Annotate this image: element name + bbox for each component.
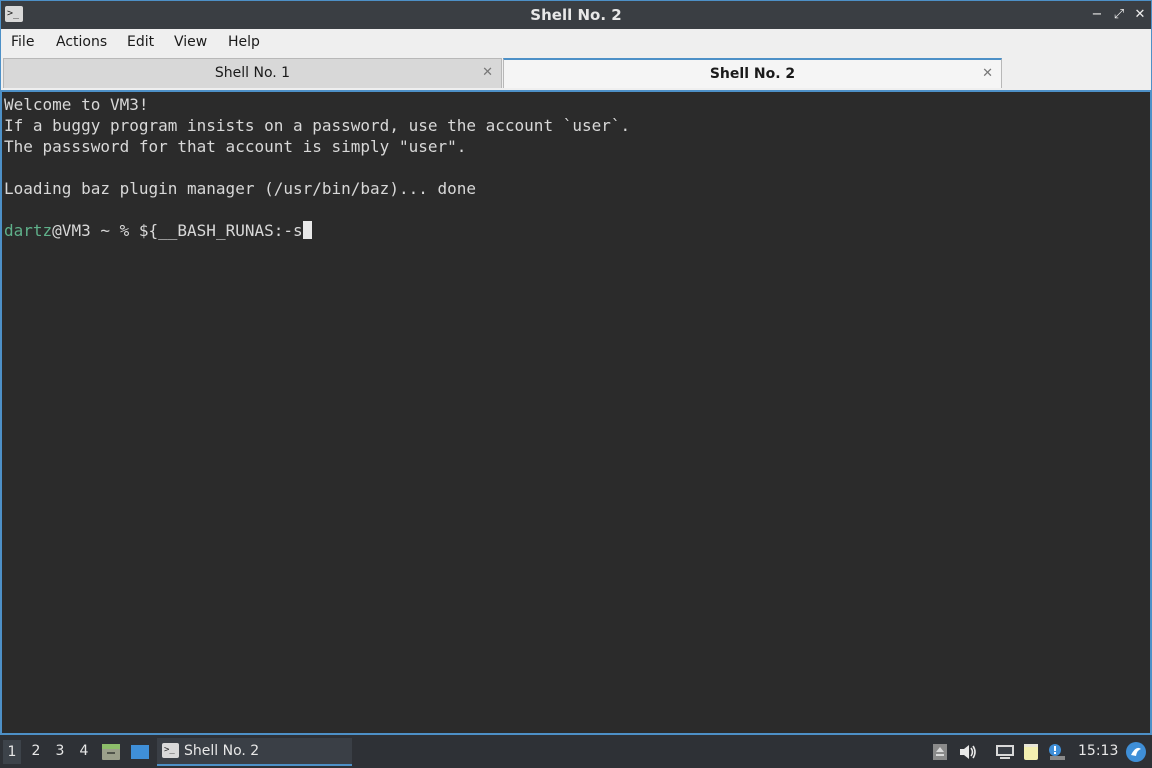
workspace-3[interactable]: 3: [51, 743, 69, 759]
tab-bar: Shell No. 1 ✕ Shell No. 2 ✕: [0, 57, 1152, 90]
prompt-line[interactable]: dartz@VM3 ~ % ${__BASH_RUNAS:-s: [4, 220, 1150, 241]
taskbar-task-shell-2[interactable]: >_ Shell No. 2: [157, 738, 352, 766]
tab-shell-1[interactable]: Shell No. 1 ✕: [3, 58, 502, 88]
window-titlebar: >_ Shell No. 2 − ⤢ ✕: [0, 0, 1152, 29]
minimize-button[interactable]: −: [1087, 5, 1107, 25]
task-label: Shell No. 2: [184, 743, 260, 759]
network-icon[interactable]: [995, 743, 1015, 761]
close-button[interactable]: ✕: [1130, 5, 1150, 25]
maximize-button[interactable]: ⤢: [1109, 5, 1129, 25]
file-manager-icon[interactable]: [101, 743, 121, 761]
menu-bar: File Actions Edit View Help: [0, 29, 1152, 57]
tab-label: Shell No. 2: [709, 66, 796, 82]
workspace-1[interactable]: 1: [3, 740, 21, 764]
distro-logo-icon[interactable]: [1125, 741, 1147, 763]
menu-file[interactable]: File: [11, 34, 34, 50]
workspace-4[interactable]: 4: [75, 743, 93, 759]
window-title: Shell No. 2: [530, 6, 622, 24]
show-desktop-icon[interactable]: [130, 743, 150, 761]
taskbar: 1 2 3 4 >_ Shell No. 2 15:13: [0, 735, 1152, 768]
workspace-2[interactable]: 2: [27, 743, 45, 759]
prompt-user: dartz: [4, 221, 53, 240]
menu-actions[interactable]: Actions: [56, 34, 107, 50]
command-input[interactable]: ${__BASH_RUNAS:-s: [139, 221, 303, 240]
prompt-host: @VM3 ~ %: [52, 221, 139, 240]
tab-label: Shell No. 1: [214, 65, 291, 81]
clock[interactable]: 15:13: [1078, 743, 1118, 759]
terminal-view[interactable]: Welcome to VM3! If a buggy program insis…: [0, 90, 1152, 735]
menu-help[interactable]: Help: [228, 34, 260, 50]
notes-icon[interactable]: [1021, 743, 1041, 761]
menu-edit[interactable]: Edit: [127, 34, 154, 50]
terminal-icon: >_: [162, 743, 179, 758]
update-notifier-icon[interactable]: [1047, 743, 1067, 761]
terminal-line: Loading baz plugin manager (/usr/bin/baz…: [4, 179, 477, 198]
terminal-line: Welcome to VM3!: [4, 95, 149, 114]
volume-icon[interactable]: [958, 743, 978, 761]
clipboard-icon[interactable]: [930, 743, 950, 761]
terminal-line: If a buggy program insists on a password…: [4, 116, 631, 135]
tab-close-icon[interactable]: ✕: [982, 60, 993, 88]
tab-shell-2[interactable]: Shell No. 2 ✕: [503, 58, 1002, 88]
menu-view[interactable]: View: [174, 34, 207, 50]
terminal-line: The passsword for that account is simply…: [4, 137, 467, 156]
tab-close-icon[interactable]: ✕: [482, 59, 493, 87]
text-cursor: [302, 221, 312, 239]
